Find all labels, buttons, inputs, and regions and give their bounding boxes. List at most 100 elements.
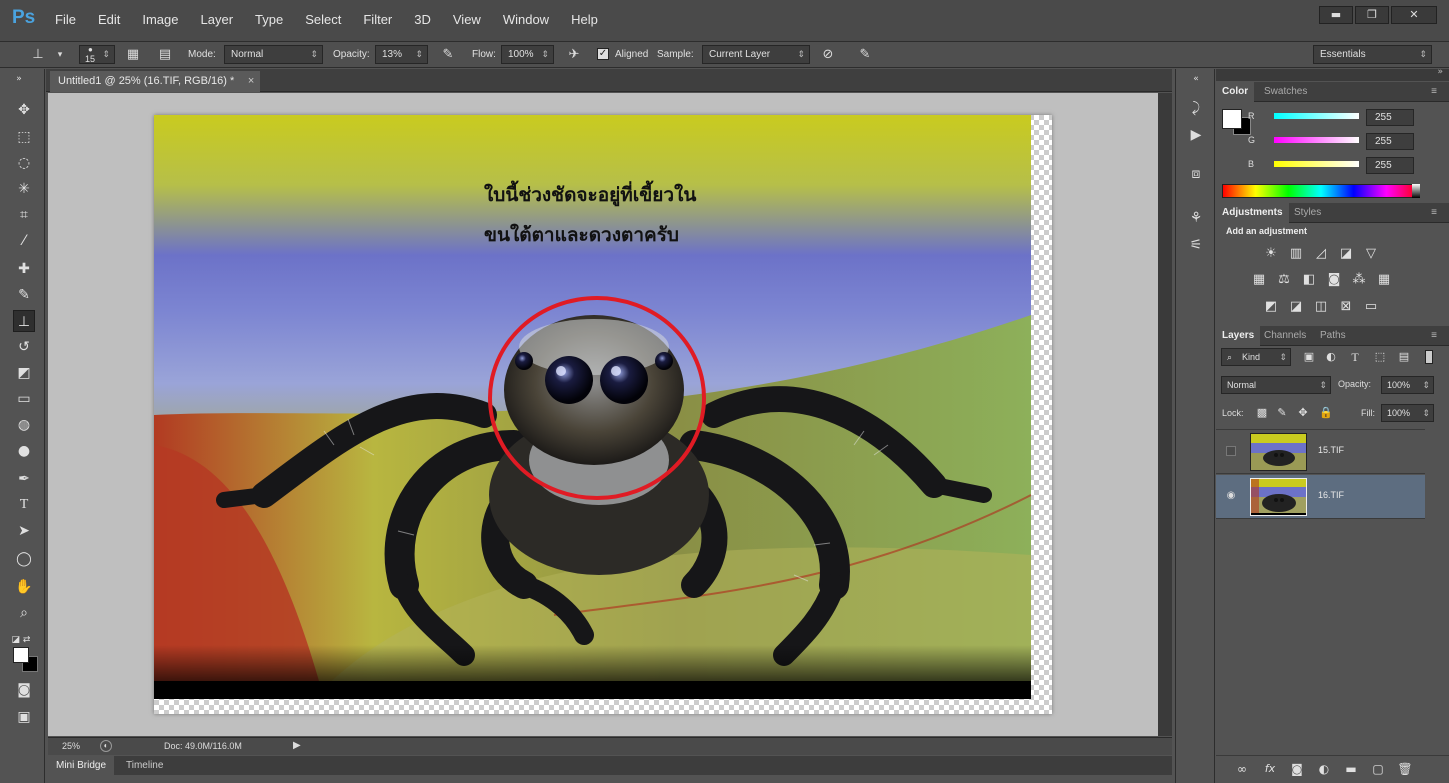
hand-tool-icon[interactable]: ✋ <box>13 576 35 598</box>
eraser-tool-icon[interactable]: ◩ <box>13 362 35 384</box>
layer-filter-dropdown[interactable]: ⌕ Kind <box>1221 348 1291 366</box>
clone-stamp-preset-icon[interactable]: ⊥ <box>28 45 48 65</box>
black-white-icon[interactable]: ◧ <box>1300 271 1318 289</box>
menu-file[interactable]: File <box>44 12 87 27</box>
menu-type[interactable]: Type <box>244 12 294 27</box>
threshold-icon[interactable]: ◫ <box>1312 298 1330 316</box>
zoom-tool-icon[interactable]: ⌕ <box>13 602 35 624</box>
menu-help[interactable]: Help <box>560 12 609 27</box>
new-adjustment-layer-icon[interactable]: ◐ <box>1315 760 1333 778</box>
clone-source-icon[interactable]: ▤ <box>155 45 175 65</box>
adjustments-panel-menu-icon[interactable]: ≡ <box>1425 203 1443 223</box>
filter-smart-object-icon[interactable]: ▤ <box>1395 348 1413 366</box>
pressure-opacity-icon[interactable]: ✎ <box>438 45 458 65</box>
healing-brush-tool-icon[interactable]: ✚ <box>13 258 35 280</box>
sample-dropdown[interactable]: Current Layer <box>702 45 810 64</box>
filter-adjustment-icon[interactable]: ◐ <box>1322 348 1340 366</box>
menu-layer[interactable]: Layer <box>190 12 245 27</box>
type-tool-icon[interactable]: T <box>13 494 35 516</box>
posterize-icon[interactable]: ◪ <box>1287 298 1305 316</box>
foreground-color-swatch[interactable] <box>13 647 29 663</box>
lock-position-icon[interactable]: ✥ <box>1294 404 1312 422</box>
pressure-size-icon[interactable]: ✎ <box>855 45 875 65</box>
color-panel-menu-icon[interactable]: ≡ <box>1425 82 1443 102</box>
add-mask-icon[interactable]: ◙ <box>1288 760 1306 778</box>
exposure-icon[interactable]: ◪ <box>1337 245 1355 263</box>
collapse-panels-icon[interactable]: » <box>1437 67 1443 77</box>
blur-tool-icon[interactable]: ◍ <box>13 414 35 436</box>
channel-mixer-icon[interactable]: ⁂ <box>1350 271 1368 289</box>
move-tool-icon[interactable]: ✥ <box>13 99 35 121</box>
trash-icon[interactable]: 🗑 <box>1396 760 1414 778</box>
lock-transparent-icon[interactable]: ▩ <box>1253 404 1271 422</box>
menu-3d[interactable]: 3D <box>403 12 442 27</box>
ellipse-tool-icon[interactable]: ◯ <box>13 548 35 570</box>
filter-shape-icon[interactable]: ⬚ <box>1371 348 1389 366</box>
color-lookup-icon[interactable]: ▦ <box>1375 271 1393 289</box>
tab-styles[interactable]: Styles <box>1288 203 1327 223</box>
menu-view[interactable]: View <box>442 12 492 27</box>
layer-row-15[interactable]: 15.TIF <box>1216 430 1425 474</box>
filter-toggle[interactable] <box>1425 350 1433 364</box>
flow-input[interactable]: 100% <box>501 45 554 64</box>
curves-icon[interactable]: ◿ <box>1312 245 1330 263</box>
menu-filter[interactable]: Filter <box>352 12 403 27</box>
clone-stamp-tool-icon[interactable]: ⊥ <box>13 310 35 332</box>
brush-presets-icon[interactable]: ⚘ <box>1185 207 1207 229</box>
zoom-level[interactable]: 25% <box>62 738 80 754</box>
brush-size-picker[interactable]: ● 15 <box>79 45 115 64</box>
blend-mode-dropdown[interactable]: Normal <box>1221 376 1331 394</box>
magic-wand-tool-icon[interactable]: ✳ <box>13 178 35 200</box>
tab-mini-bridge[interactable]: Mini Bridge <box>48 756 115 775</box>
mode-dropdown[interactable]: Normal <box>224 45 323 64</box>
lock-all-icon[interactable]: 🔒 <box>1317 404 1335 422</box>
collapse-toolbar-icon[interactable]: » <box>8 73 30 85</box>
collapse-dock-icon[interactable]: « <box>1185 73 1207 85</box>
layer-opacity-input[interactable]: 100% <box>1381 376 1434 394</box>
eye-icon[interactable]: ◉ <box>1224 489 1238 503</box>
lasso-tool-icon[interactable]: ◌ <box>13 152 35 174</box>
panel-collapse-strip[interactable]: » <box>1216 67 1449 81</box>
path-selection-tool-icon[interactable]: ➤ <box>13 520 35 542</box>
brightness-icon[interactable]: ☀ <box>1262 245 1280 263</box>
layer-name[interactable]: 15.TIF <box>1318 445 1344 455</box>
status-menu-icon[interactable]: ◐ <box>100 740 112 752</box>
layer-row-16[interactable]: ◉ 16.TIF <box>1216 475 1425 519</box>
new-group-icon[interactable]: ▬ <box>1342 760 1360 778</box>
canvas-area[interactable]: ใบนี้ช่วงชัดจะอยู่ที่เขี้ยวใน ขนใต้ตาและ… <box>48 93 1158 736</box>
tab-timeline[interactable]: Timeline <box>118 756 171 775</box>
document-tab[interactable]: Untitled1 @ 25% (16.TIF, RGB/16) * × <box>50 71 261 92</box>
menu-image[interactable]: Image <box>131 12 189 27</box>
ignore-adjustment-icon[interactable]: ⊘ <box>818 45 838 65</box>
gradient-map-icon[interactable]: ▭ <box>1362 298 1380 316</box>
hue-saturation-icon[interactable]: ▦ <box>1250 271 1268 289</box>
levels-icon[interactable]: ▥ <box>1287 245 1305 263</box>
menu-window[interactable]: Window <box>492 12 560 27</box>
vertical-scrollbar[interactable] <box>1158 93 1172 736</box>
filter-pixel-icon[interactable]: ▣ <box>1300 348 1318 366</box>
eyedropper-tool-icon[interactable]: ⁄ <box>13 230 35 252</box>
actions-panel-icon[interactable]: ▶ <box>1185 124 1207 146</box>
3d-panel-icon[interactable]: ⧈ <box>1185 163 1207 185</box>
fill-input[interactable]: 100% <box>1381 404 1434 422</box>
green-slider[interactable] <box>1274 137 1359 143</box>
link-layers-icon[interactable]: ∞ <box>1233 760 1251 778</box>
marquee-tool-icon[interactable]: ⬚ <box>13 126 35 148</box>
layer-name[interactable]: 16.TIF <box>1318 490 1344 500</box>
layer-visibility-toggle-off[interactable] <box>1226 446 1236 456</box>
menu-select[interactable]: Select <box>294 12 352 27</box>
lock-image-icon[interactable]: ✎ <box>1273 404 1291 422</box>
status-arrow-icon[interactable]: ▶ <box>293 738 301 754</box>
properties-panel-icon[interactable]: ⚟ <box>1185 234 1207 256</box>
color-balance-icon[interactable]: ⚖ <box>1275 271 1293 289</box>
photo-filter-icon[interactable]: ◙ <box>1325 271 1343 289</box>
aligned-checkbox[interactable]: ✓ <box>597 48 609 60</box>
blue-value[interactable]: 255 <box>1366 157 1414 174</box>
tab-paths[interactable]: Paths <box>1314 326 1352 346</box>
layers-panel-menu-icon[interactable]: ≡ <box>1425 326 1443 346</box>
minimize-button[interactable]: ▬ <box>1319 6 1353 24</box>
pen-tool-icon[interactable]: ✒ <box>13 468 35 490</box>
color-spectrum[interactable] <box>1222 184 1420 198</box>
brush-panel-icon[interactable]: ▦ <box>123 45 143 65</box>
history-panel-icon[interactable]: ⤸ <box>1185 97 1207 119</box>
